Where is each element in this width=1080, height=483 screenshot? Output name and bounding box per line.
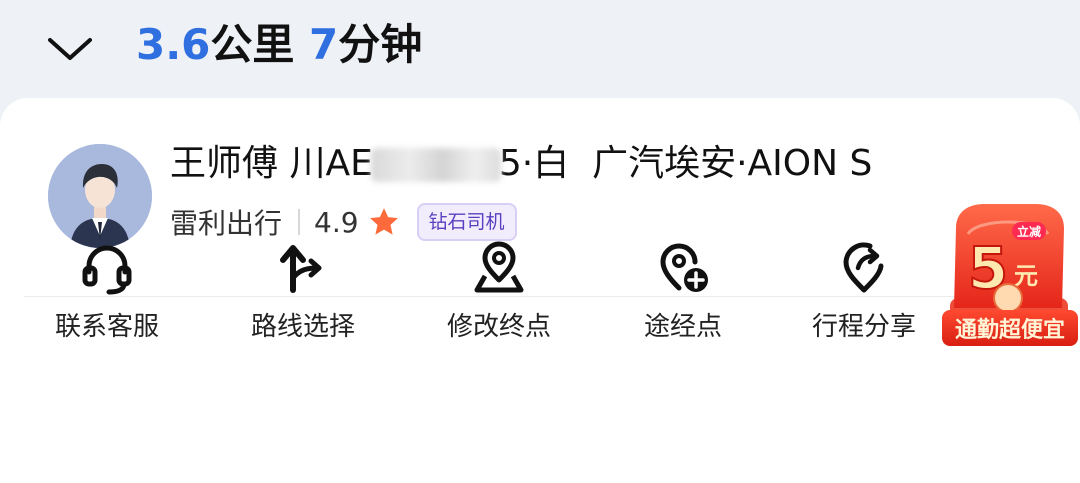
promo-tag: 立减 — [1017, 224, 1041, 239]
top-bar: 3.6公里 7分钟 — [0, 0, 1080, 98]
divider — [298, 209, 301, 235]
plate-suffix-color: 5·白 — [498, 143, 570, 184]
route-arrow-icon — [280, 245, 322, 293]
share-location-icon — [843, 242, 884, 293]
trip-share-button[interactable]: 行程分享 — [784, 240, 944, 350]
time-value: 7 — [309, 20, 339, 69]
company-name: 雷利出行 — [170, 207, 283, 240]
driver-badge: 钻石司机 — [416, 203, 517, 241]
add-location-icon — [660, 243, 708, 292]
car-model: 广汽埃安·AION S — [592, 143, 873, 184]
star-icon — [369, 208, 398, 235]
action-label: 修改终点 — [446, 312, 551, 342]
action-label: 途经点 — [643, 312, 722, 342]
driver-info: 王师傅 川AE 5·白 广汽埃安·AION S — [170, 140, 872, 188]
distance-value: 3.6 — [136, 20, 211, 69]
driver-avatar — [48, 144, 152, 248]
action-label: 行程分享 — [811, 312, 916, 342]
headset-icon — [82, 245, 132, 295]
driver-name-plate: 王师傅 川AE — [170, 143, 373, 184]
action-label: 联系客服 — [54, 312, 159, 342]
contact-support-button[interactable]: 联系客服 — [27, 240, 187, 350]
distance-unit: 公里 — [210, 20, 295, 69]
action-bar: 联系客服 路线选择 修改终点 途经点 行程分享 — [0, 240, 1080, 360]
action-label: 路线选择 — [250, 312, 355, 342]
promo-badge[interactable]: 立减 5 元 通勤超便宜 — [938, 198, 1078, 350]
change-destination-button[interactable]: 修改终点 — [419, 240, 579, 350]
promo-graphic: 立减 5 元 通勤超便宜 — [942, 204, 1078, 346]
driver-meta: 雷利出行 4.9 钻石司机 — [170, 202, 517, 242]
driver-rating: 4.9 — [314, 205, 359, 239]
promo-banner: 通勤超便宜 — [955, 317, 1065, 343]
waypoint-button[interactable]: 途经点 — [603, 240, 763, 350]
trip-summary: 3.6公里 7分钟 — [136, 16, 422, 74]
location-pin-icon — [474, 241, 524, 293]
route-select-button[interactable]: 路线选择 — [223, 240, 383, 350]
avatar-illustration — [48, 144, 152, 248]
plate-blur — [370, 148, 501, 182]
time-unit: 分钟 — [338, 20, 423, 69]
chevron-down-icon[interactable] — [44, 28, 96, 68]
promo-unit: 元 — [1014, 262, 1038, 290]
